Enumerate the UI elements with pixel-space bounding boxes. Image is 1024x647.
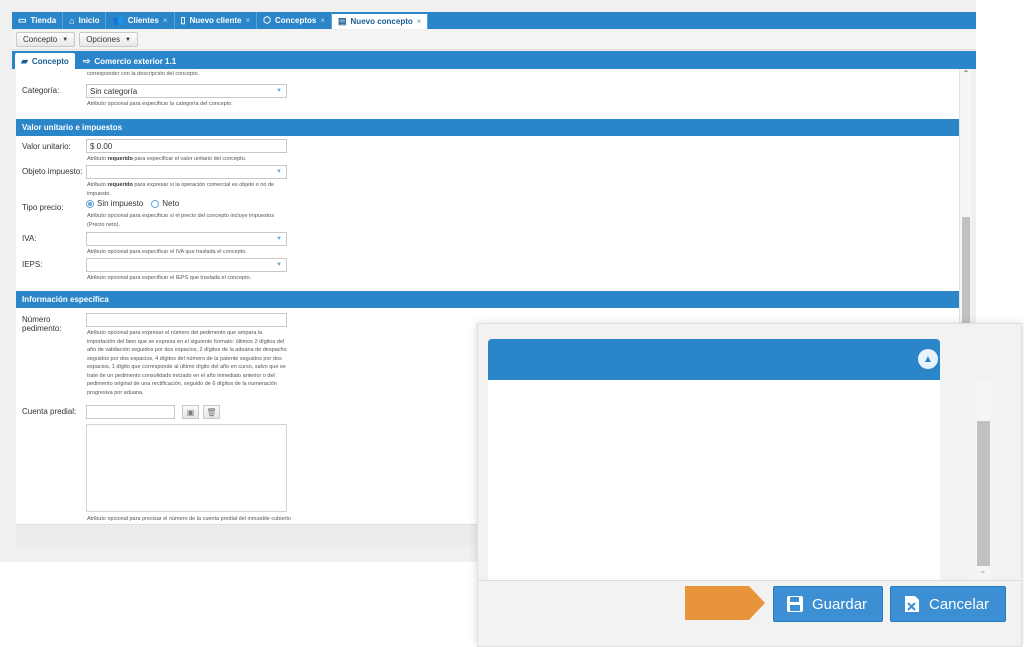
help-text: para especificar el valor unitario del c…: [132, 156, 247, 162]
ieps-help: Atributo opcional para especificar el IE…: [87, 275, 252, 281]
collapse-up-icon[interactable]: ▲: [918, 349, 938, 369]
section-header-valor: Valor unitario e impuestos: [16, 119, 959, 136]
help-bold: requerido: [107, 156, 133, 162]
help-text: Atributo: [87, 182, 108, 188]
descripcion-help: corresponder con la descripción del conc…: [87, 71, 200, 77]
tab-nuevo-cliente[interactable]: ▯ Nuevo cliente ×: [175, 12, 258, 29]
subtab-comercio-exterior[interactable]: ⇨ Comercio exterior 1.1: [77, 53, 182, 69]
chevron-up-icon[interactable]: ⌃: [960, 69, 972, 81]
iva-label: IVA:: [22, 234, 37, 243]
tab-label: Inicio: [78, 16, 100, 25]
users-icon: 👥: [112, 15, 124, 25]
numero-pedimento-help: Atributo opcional para expresar el númer…: [87, 330, 287, 396]
tipo-precio-label: Tipo precio:: [22, 203, 64, 212]
section-header-informacion: Información específica: [16, 291, 959, 308]
tab-tienda[interactable]: ▭ Tienda: [12, 12, 64, 29]
truck-icon: ⇨: [82, 55, 91, 66]
tab-clientes[interactable]: 👥 Clientes ×: [106, 12, 175, 29]
caret-down-icon: ▼: [62, 36, 69, 43]
home-icon: ⌂: [69, 15, 75, 26]
chevron-down-icon: ▼: [276, 169, 282, 175]
store-icon: ▭: [18, 15, 27, 25]
subtab-label: Concepto: [31, 56, 69, 66]
guardar-button[interactable]: Guardar: [773, 586, 883, 622]
iva-help: Atributo opcional para especificar el IV…: [87, 249, 247, 255]
tab-conceptos[interactable]: ⬡ Conceptos ×: [257, 12, 333, 29]
add-predial-button[interactable]: ▣: [182, 405, 199, 419]
section-header-zoomed: [488, 339, 940, 380]
file-icon: ▤: [338, 16, 347, 26]
iva-select[interactable]: ▼: [86, 232, 287, 246]
sub-tab-bar: ▰ Concepto ⇨ Comercio exterior 1.1: [12, 51, 976, 69]
arrow-pointer-icon: [685, 586, 765, 620]
cuenta-predial-help: Atributo opcional para precisar el númer…: [87, 516, 291, 522]
tab-bar: ▭ Tienda ⌂ Inicio 👥 Clientes × ▯ Nuevo c…: [12, 12, 976, 29]
caret-down-icon: ▼: [125, 36, 131, 43]
menu-bar: Concepto ▼ Opciones ▼: [12, 30, 976, 50]
objeto-impuesto-label: Objeto impuesto:: [22, 167, 83, 176]
save-icon: [786, 595, 804, 613]
document-icon: ▯: [180, 15, 186, 25]
close-icon[interactable]: ×: [417, 17, 422, 26]
ieps-select[interactable]: ▼: [86, 258, 287, 272]
delete-predial-button[interactable]: 🗑: [203, 405, 220, 419]
cancelar-label: Cancelar: [929, 595, 990, 613]
tab-label: Clientes: [127, 16, 159, 25]
save-icon: ▣: [186, 407, 195, 417]
numero-pedimento-label: Número pedimento:: [22, 315, 62, 333]
concepto-menu-button[interactable]: Concepto ▼: [16, 32, 76, 47]
ieps-label: IEPS:: [22, 260, 43, 269]
scrollbar-thumb[interactable]: [977, 421, 990, 566]
cuenta-predial-label: Cuenta predial:: [22, 407, 77, 416]
divider: [478, 580, 1021, 581]
help-bold: requerido: [107, 182, 133, 188]
menu-label: Concepto: [23, 35, 58, 44]
chevron-down-icon: ▼: [276, 236, 282, 242]
neto-label: Neto: [162, 199, 180, 208]
sin-impuesto-label: Sin impuesto: [97, 199, 144, 208]
trash-icon: 🗑: [206, 407, 217, 417]
close-icon[interactable]: ×: [163, 16, 168, 25]
sin-impuesto-radio[interactable]: [86, 199, 94, 208]
briefcase-icon: ▰: [21, 55, 28, 66]
objeto-impuesto-select[interactable]: ▼: [86, 165, 287, 179]
tab-label: Conceptos: [275, 16, 317, 25]
tab-label: Nuevo concepto: [350, 17, 413, 26]
close-icon[interactable]: ×: [245, 16, 250, 25]
box-icon: ⬡: [263, 15, 271, 25]
objeto-impuesto-help: Atributo requerido para expresar si la o…: [87, 181, 292, 198]
valor-unitario-input[interactable]: $ 0.00: [86, 139, 287, 153]
cuenta-predial-list[interactable]: [86, 424, 287, 512]
subtab-label: Comercio exterior 1.1: [94, 56, 177, 66]
chevron-down-icon[interactable]: ⌄: [976, 566, 990, 578]
categoria-value: Sin categoría: [90, 86, 138, 96]
valor-unitario-help: Atributo requerido para especificar el v…: [87, 155, 292, 164]
help-text: Atributo: [87, 156, 108, 162]
valor-unitario-label: Valor unitario:: [22, 142, 71, 151]
categoria-label: Categoría:: [22, 86, 60, 95]
subtab-concepto[interactable]: ▰ Concepto: [15, 53, 75, 69]
zoom-content-area: [488, 380, 940, 580]
valor-unitario-value: $ 0.00: [90, 141, 113, 151]
chevron-down-icon: ▼: [276, 262, 282, 268]
cancel-document-icon: [903, 595, 921, 613]
categoria-select[interactable]: Sin categoría ▼: [86, 84, 287, 98]
chevron-down-icon: ▼: [276, 88, 282, 94]
close-icon[interactable]: ×: [320, 16, 325, 25]
guardar-label: Guardar: [812, 595, 868, 613]
cuenta-predial-input[interactable]: [86, 405, 175, 419]
tab-nuevo-concepto[interactable]: ▤ Nuevo concepto ×: [332, 12, 429, 29]
cancelar-button[interactable]: Cancelar: [890, 586, 1006, 622]
opciones-menu-button[interactable]: Opciones ▼: [79, 32, 138, 47]
tab-label: Nuevo cliente: [189, 16, 242, 25]
tab-inicio[interactable]: ⌂ Inicio: [63, 12, 107, 29]
menu-label: Opciones: [86, 35, 120, 44]
categoria-help: Atributo opcional para especificar la ca…: [87, 101, 233, 107]
neto-radio[interactable]: [151, 199, 160, 208]
tipo-precio-help: Atributo opcional para especificar si el…: [87, 213, 275, 228]
numero-pedimento-input[interactable]: [86, 313, 287, 327]
tipo-precio-radio-group: Sin impuesto Neto: [86, 199, 187, 208]
tab-label: Tienda: [30, 16, 57, 25]
zoom-callout: ▲ ⌄ Guardar Cancelar: [477, 323, 1022, 647]
